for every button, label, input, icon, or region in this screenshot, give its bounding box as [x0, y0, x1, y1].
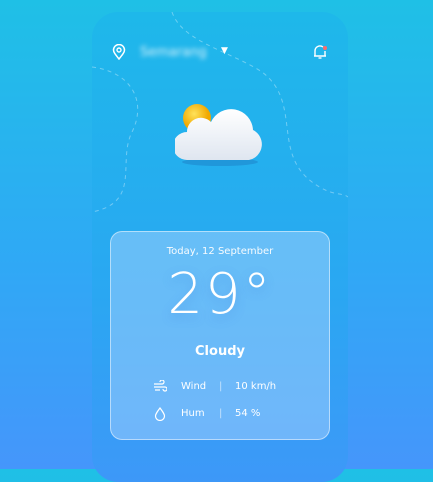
chevron-down-icon[interactable]: ▼ — [221, 46, 228, 56]
partly-cloudy-icon — [175, 104, 262, 166]
map-pin-icon[interactable] — [112, 44, 126, 60]
condition: Cloudy — [195, 344, 245, 359]
weather-card: Today, 12 September 29° Cloudy Wind | 10… — [110, 231, 330, 440]
divider: | — [219, 408, 223, 419]
wind-icon — [154, 380, 167, 392]
date-label: Today, 12 September — [166, 246, 274, 257]
header: Semarang ▼ — [112, 44, 332, 64]
wind-value: 10 km/h — [235, 381, 277, 392]
location-name[interactable]: Semarang — [140, 45, 207, 60]
humidity-value: 54 % — [235, 408, 261, 419]
wind-label: Wind — [181, 381, 207, 392]
humidity-row: Hum | 54 % — [153, 407, 313, 421]
bell-icon[interactable] — [312, 44, 328, 60]
divider: | — [219, 381, 223, 392]
droplet-icon — [154, 407, 166, 421]
notification-dot — [323, 46, 327, 50]
temperature: 29° — [167, 262, 273, 327]
wind-row: Wind | 10 km/h — [153, 380, 313, 394]
humidity-label: Hum — [181, 408, 205, 419]
